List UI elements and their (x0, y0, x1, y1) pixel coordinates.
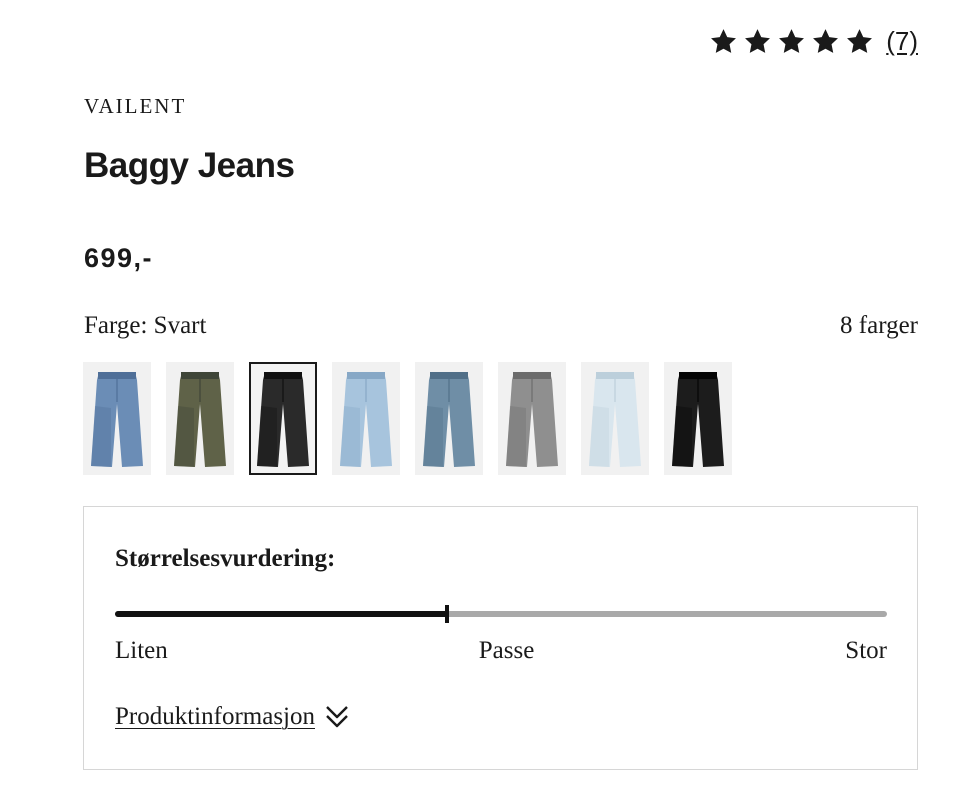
star-icon (711, 29, 737, 53)
grey-icon (506, 371, 558, 467)
size-label-fit: Passe (478, 637, 535, 664)
star-icon (847, 29, 873, 53)
ice-blue-icon (589, 371, 641, 467)
dirty-wash-icon (174, 371, 226, 467)
color-swatch[interactable] (332, 362, 400, 475)
star-rating (709, 27, 874, 56)
brand-name: VAILENT (84, 94, 187, 118)
product-title: Baggy Jeans (84, 146, 295, 185)
washed-black-icon (257, 371, 309, 467)
light-blue-icon (340, 371, 392, 467)
product-info-toggle[interactable]: Produktinformasjon (115, 703, 350, 731)
star-icon (813, 29, 839, 53)
color-swatch[interactable] (581, 362, 649, 475)
star-icon (779, 29, 805, 53)
size-rating-heading: Størrelsesvurdering: (115, 545, 336, 572)
color-swatch[interactable] (83, 362, 151, 475)
size-rating-fill (115, 611, 447, 617)
selected-color-label: Farge: Svart (84, 312, 207, 339)
color-row: Farge: Svart 8 farger (84, 312, 918, 340)
size-label-small: Liten (115, 637, 168, 664)
color-swatches (83, 362, 732, 475)
black-icon (672, 371, 724, 467)
color-swatch[interactable] (498, 362, 566, 475)
double-chevron-down-icon[interactable] (324, 703, 350, 731)
size-scale-labels: Liten Passe Stor (115, 637, 887, 665)
review-count-link[interactable]: (7) (886, 26, 918, 57)
mid-blue-icon (91, 371, 143, 467)
color-swatch[interactable] (166, 362, 234, 475)
size-rating-track (115, 605, 887, 623)
star-icon (745, 29, 771, 53)
color-swatch[interactable] (249, 362, 317, 475)
color-swatch[interactable] (664, 362, 732, 475)
size-label-large: Stor (845, 637, 887, 664)
size-rating-panel: Størrelsesvurdering: Liten Passe Stor Pr… (83, 506, 918, 770)
product-info-label[interactable]: Produktinformasjon (115, 703, 315, 731)
color-swatch[interactable] (415, 362, 483, 475)
color-count: 8 farger (840, 312, 918, 339)
size-rating-marker (444, 605, 449, 623)
rating[interactable]: (7) (709, 26, 918, 57)
product-price: 699,- (84, 243, 154, 273)
vintage-blue-icon (423, 371, 475, 467)
